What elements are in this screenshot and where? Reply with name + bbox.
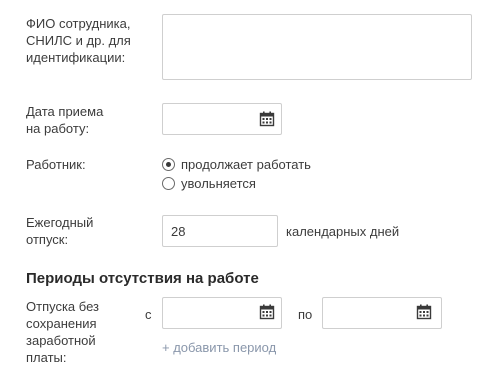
worker-status-label: Работник: [26,157,86,172]
employee-id-label-line-3: идентификации: [26,50,126,65]
radio-option-leaving[interactable]: увольняется [162,175,332,192]
unpaid-leave-label-line-1: Отпуска без [26,299,99,314]
calendar-icon[interactable] [259,304,275,320]
to-label: по [298,307,313,322]
unpaid-leave-label-line-4: платы: [26,350,67,365]
employee-id-label-line-2: СНИЛС и др. для [26,33,131,48]
hire-date-label-line-2: на работу: [26,121,90,136]
annual-leave-value: 28 [171,224,186,239]
add-period-link[interactable]: + добавить период [162,340,276,355]
unpaid-leave-from-input[interactable] [162,297,282,329]
employee-id-label: ФИО сотрудника, СНИЛС и др. для идентифи… [26,15,156,66]
from-label: с [145,307,152,322]
radio-option-continues[interactable]: продолжает работать [162,156,332,173]
employee-id-textarea[interactable] [162,14,472,80]
annual-leave-label-line-2: отпуск: [26,232,69,247]
radio-button-leaving[interactable] [162,177,175,190]
unpaid-leave-label-line-3: заработной [26,333,96,348]
calendar-icon[interactable] [416,304,432,320]
absence-section-title: Периоды отсутствия на работе [26,270,259,287]
unpaid-leave-label-line-2: сохранения [26,316,97,331]
annual-leave-unit: календарных дней [286,224,400,239]
annual-leave-label: Ежегодный отпуск: [26,214,156,248]
hire-date-label: Дата приема на работу: [26,103,156,137]
hire-date-input[interactable] [162,103,282,135]
radio-label-leaving[interactable]: увольняется [181,175,256,192]
hire-date-label-line-1: Дата приема [26,104,104,119]
radio-selected-dot [166,162,171,167]
annual-leave-label-line-1: Ежегодный [26,215,94,230]
radio-button-continues[interactable] [162,158,175,171]
radio-label-continues[interactable]: продолжает работать [181,156,311,173]
annual-leave-input[interactable]: 28 [162,215,278,247]
unpaid-leave-to-input[interactable] [322,297,442,329]
unpaid-leave-label: Отпуска без сохранения заработной платы: [26,298,146,366]
calendar-icon[interactable] [259,111,275,127]
employee-id-label-line-1: ФИО сотрудника, [26,16,131,31]
